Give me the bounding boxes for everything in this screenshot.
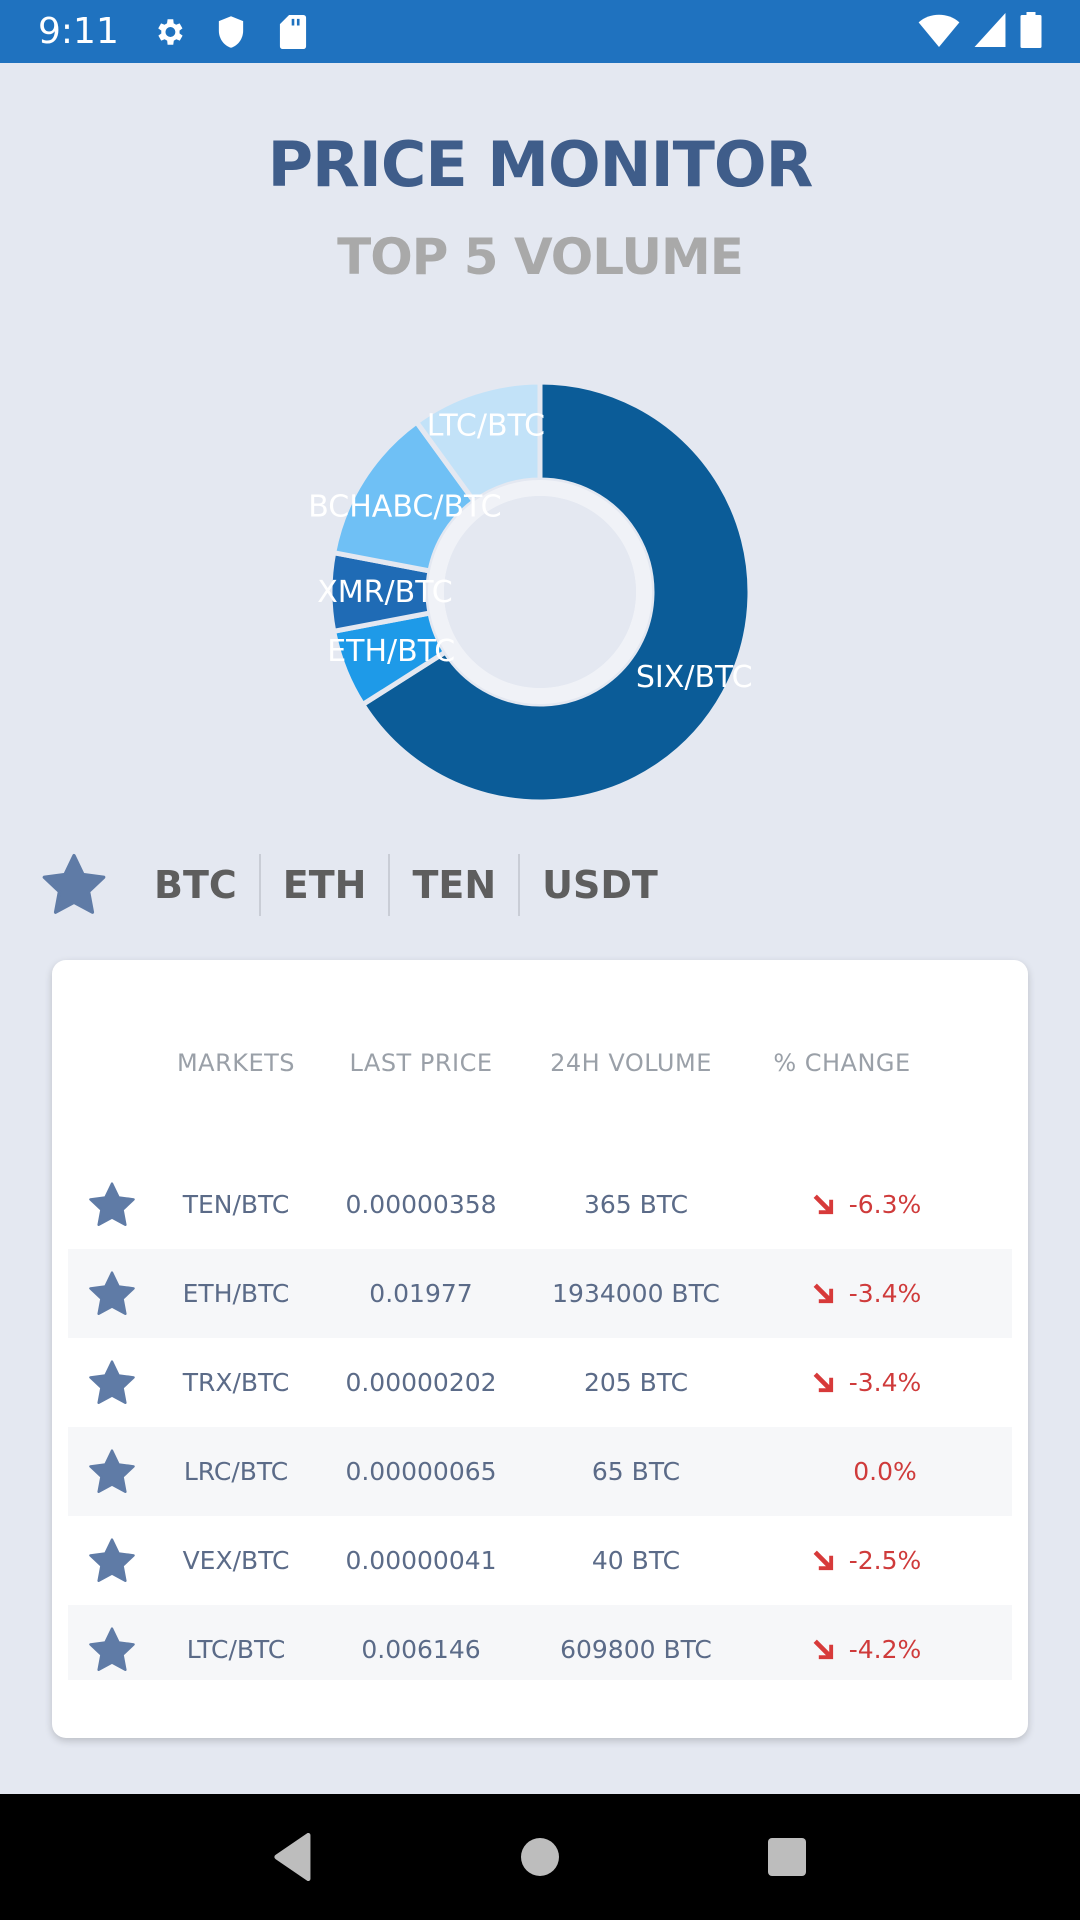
trend-down-icon [811,1548,837,1574]
volume-24h: 65 BTC [591,1457,681,1486]
percent-change: -3.4% [746,1279,986,1308]
sd-card-icon [273,12,313,52]
table-row[interactable]: TEN/BTC 0.00000358 365 BTC -6.3% [68,1160,1012,1249]
donut-svg: SIX/BTC ETH/BTC XMR/BTC BCHABC/BTC LTC/BTC [308,379,753,805]
header-change: % CHANGE [773,1049,911,1077]
page-title: PRICE MONITOR [267,128,814,201]
market-list[interactable]: TEN/BTC 0.00000358 365 BTC -6.3% ETH/BTC 0.01… [68,1160,1012,1680]
favorite-star-icon[interactable] [68,1359,156,1406]
volume-24h: 365 BTC [583,1190,689,1219]
home-icon[interactable] [510,1827,570,1887]
tab-usdt[interactable]: USDT [518,854,680,916]
favorite-star-icon[interactable] [68,1537,156,1584]
percent-change: -2.5% [746,1546,986,1575]
donut-label-bchabc-btc: BCHABC/BTC [308,489,501,524]
market-pair: TRX/BTC [182,1368,290,1397]
table-row[interactable]: LTC/BTC 0.006146 609800 BTC -4.2% [68,1605,1012,1680]
shield-icon [211,12,251,52]
status-bar: 9:11 [0,0,1080,63]
trend-down-icon [811,1370,837,1396]
last-price: 0.00000041 [345,1546,497,1575]
back-icon[interactable] [263,1827,323,1887]
donut-label-xmr-btc: XMR/BTC [317,575,452,610]
battery-icon [1020,11,1042,52]
table-row[interactable]: ETH/BTC 0.01977 1934000 BTC -3.4% [68,1249,1012,1338]
percent-change: 0.0% [746,1457,986,1486]
favorite-star-icon[interactable] [68,1181,156,1228]
percent-change: -6.3% [746,1190,986,1219]
header-markets: MARKETS [176,1049,296,1077]
last-price: 0.006146 [361,1635,481,1664]
market-pair: VEX/BTC [182,1546,290,1575]
gear-icon [149,12,189,52]
table-row[interactable]: VEX/BTC 0.00000041 40 BTC -2.5% [68,1516,1012,1605]
signal-icon [974,12,1006,51]
change-value: 0.0% [853,1457,917,1486]
favorite-star-icon[interactable] [68,1270,156,1317]
market-pair: ETH/BTC [182,1279,290,1308]
tab-btc[interactable]: BTC [138,854,259,916]
trend-down-icon [811,1281,837,1307]
tab-ten[interactable]: TEN [388,854,518,916]
change-value: -2.5% [848,1546,922,1575]
table-row[interactable]: LRC/BTC 0.00000065 65 BTC 0.0% [68,1427,1012,1516]
market-tabs: BTC ETH TEN USDT [40,840,680,930]
change-value: -3.4% [848,1279,922,1308]
table-row[interactable]: TRX/BTC 0.00000202 205 BTC -3.4% [68,1338,1012,1427]
last-price: 0.00000065 [345,1457,497,1486]
navigation-bar [0,1794,1080,1920]
change-value: -3.4% [848,1368,922,1397]
volume-24h: 205 BTC [583,1368,689,1397]
favorite-star-icon[interactable] [68,1448,156,1495]
star-icon [42,853,106,914]
volume-24h: 40 BTC [591,1546,681,1575]
trend-down-icon [811,1192,837,1218]
page-subtitle: TOP 5 VOLUME [337,228,744,286]
wifi-icon [918,13,960,51]
percent-change: -3.4% [746,1368,986,1397]
donut-hole [444,496,636,688]
markets-card: MARKETS LAST PRICE 24H VOLUME % CHANGE T… [52,960,1028,1738]
last-price: 0.01977 [369,1279,473,1308]
recents-icon[interactable] [757,1827,817,1887]
tab-eth[interactable]: ETH [258,854,389,916]
header-last-price: LAST PRICE [349,1049,493,1077]
market-pair: LRC/BTC [183,1457,289,1486]
change-value: -4.2% [848,1635,922,1664]
change-value: -6.3% [848,1190,922,1219]
trend-down-icon [811,1637,837,1663]
market-pair: TEN/BTC [182,1190,290,1219]
donut-label-eth-btc: ETH/BTC [327,634,455,669]
favorites-tab[interactable] [40,851,108,919]
volume-24h: 609800 BTC [560,1635,712,1664]
donut-label-ltc-btc: LTC/BTC [427,409,545,444]
percent-change: -4.2% [746,1635,986,1664]
last-price: 0.00000358 [345,1190,497,1219]
table-header: MARKETS LAST PRICE 24H VOLUME % CHANGE [52,1038,1028,1088]
favorite-star-icon[interactable] [68,1626,156,1673]
donut-label-six-btc: SIX/BTC [636,660,753,695]
header-volume: 24H VOLUME [550,1049,712,1077]
volume-24h: 1934000 BTC [552,1279,720,1308]
status-right-icons [918,11,1042,52]
status-time: 9:11 [38,11,119,52]
last-price: 0.00000202 [345,1368,497,1397]
volume-donut-chart: SIX/BTC ETH/BTC XMR/BTC BCHABC/BTC LTC/BTC [0,370,1080,810]
market-pair: LTC/BTC [186,1635,286,1664]
